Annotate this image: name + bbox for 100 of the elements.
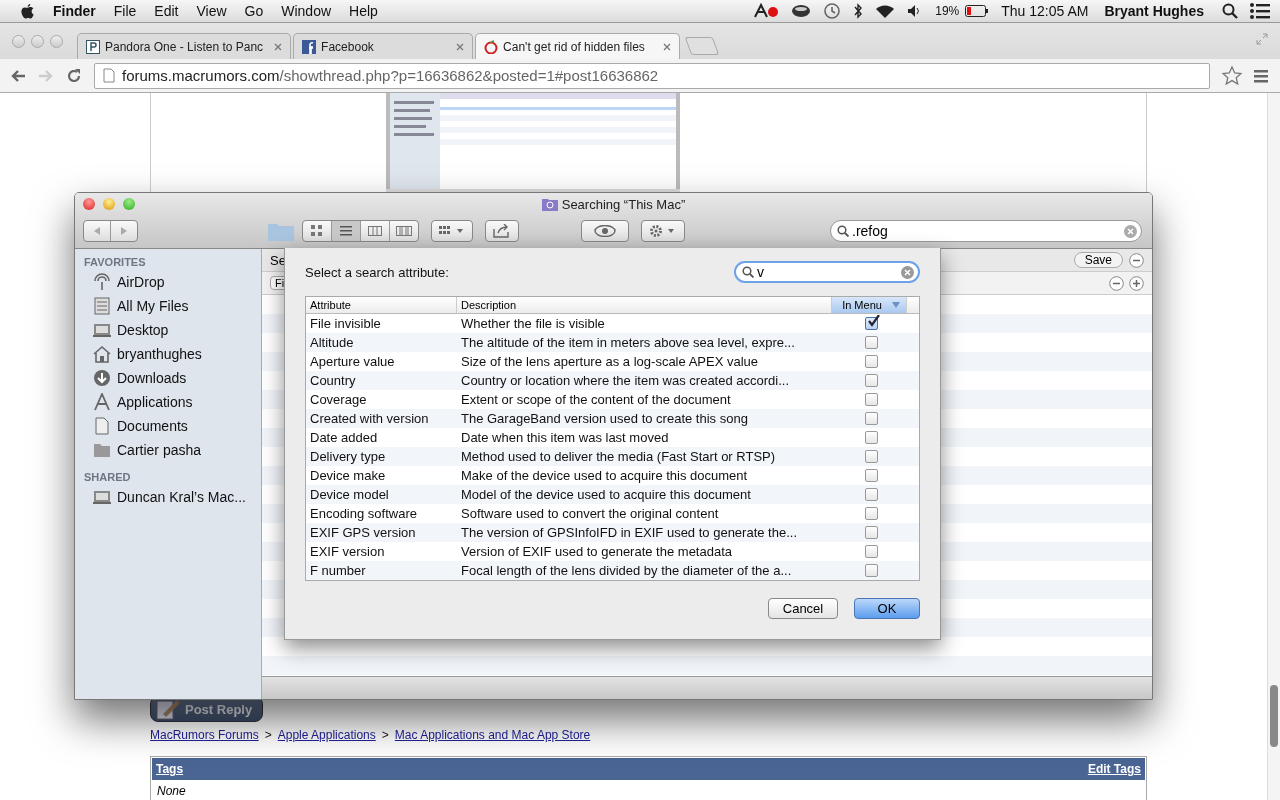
save-button[interactable]: Save	[1073, 252, 1123, 268]
back-forward-control[interactable]	[83, 220, 138, 242]
cup-icon[interactable]	[791, 4, 812, 18]
sidebar-heading: FAVORITES	[83, 255, 147, 270]
menu-item[interactable]: Go	[244, 3, 264, 19]
remove-icon[interactable]	[1109, 275, 1124, 291]
search-field[interactable]: v	[734, 261, 920, 283]
tab-close-icon[interactable]	[663, 42, 672, 51]
ok-button[interactable]: OK	[854, 598, 920, 619]
menubar-clock[interactable]: Thu 12:05 AM	[1001, 3, 1089, 19]
star-icon[interactable]	[1222, 66, 1242, 85]
checkbox[interactable]	[865, 507, 878, 520]
checkbox[interactable]	[865, 431, 878, 444]
tab-close-icon[interactable]	[456, 42, 465, 51]
window-title: Searching “This Mac”	[561, 196, 686, 212]
cancel-button[interactable]: Cancel	[768, 598, 838, 619]
column-header[interactable]: In Menu	[832, 297, 907, 313]
checkbox[interactable]	[865, 469, 878, 482]
checkbox[interactable]	[865, 545, 878, 558]
table-cell-text: Coverage	[309, 392, 368, 407]
favicon-icon	[484, 39, 499, 54]
clock-icon[interactable]	[823, 2, 842, 20]
remove-icon[interactable]	[1129, 252, 1144, 268]
gear-caret-icon	[649, 224, 677, 238]
sidebar-item[interactable]: Documents	[75, 414, 261, 438]
sidebar-item[interactable]: bryanthughes	[75, 342, 261, 366]
checkbox[interactable]	[865, 488, 878, 501]
address-bar[interactable]: forums.macrumors.com/showthread.php?p=16636862&posted=1#post16636862	[94, 62, 1210, 89]
table-cell-text: Encoding software	[309, 506, 418, 521]
sidebar-item[interactable]: Desktop	[75, 318, 261, 342]
table-cell-text: The version of GPSInfoIFD in EXIF used to generate the...	[460, 525, 798, 540]
sidebar-item[interactable]: AirDrop	[75, 270, 261, 294]
airdrop-icon	[93, 273, 111, 291]
checkbox[interactable]	[865, 412, 878, 425]
user-name[interactable]: Bryant Hughes	[1104, 3, 1204, 19]
checkbox[interactable]	[865, 355, 878, 368]
fullscreen-icon[interactable]	[1256, 33, 1268, 45]
menu-item[interactable]: View	[196, 3, 227, 19]
sidebar-item[interactable]: Cartier pasha	[75, 438, 261, 462]
arrange-button[interactable]	[431, 220, 473, 242]
browser-tab[interactable]: Pandora One - Listen to Panc	[77, 33, 292, 59]
clear-icon[interactable]	[1124, 224, 1137, 238]
table-cell-text: EXIF GPS version	[309, 525, 417, 540]
checkbox[interactable]	[865, 564, 878, 577]
new-tab-button[interactable]	[684, 37, 720, 55]
sidebar-heading: SHARED	[83, 470, 132, 485]
grid-icon	[311, 225, 323, 237]
list-view-button[interactable]	[332, 221, 361, 241]
checkbox[interactable]	[865, 526, 878, 539]
edit-tags-link[interactable]: Edit Tags	[1087, 762, 1141, 776]
sidebar-item[interactable]: Duncan Kral’s Mac...	[75, 485, 261, 509]
zoom-button[interactable]	[123, 198, 135, 210]
menu-item[interactable]: Help	[349, 3, 378, 19]
scrollbar-thumb[interactable]	[1270, 685, 1278, 747]
tab-close-icon[interactable]	[274, 42, 283, 51]
browser-tab[interactable]: Facebook	[293, 33, 474, 59]
back-icon[interactable]	[10, 68, 26, 83]
minimize-button[interactable]	[31, 34, 44, 48]
search-field[interactable]: .refog	[830, 220, 1142, 242]
clear-icon[interactable]	[901, 265, 914, 279]
share-button[interactable]	[485, 220, 519, 242]
breadcrumb-link[interactable]: Apple Applications	[277, 728, 376, 742]
checkbox[interactable]	[865, 374, 878, 387]
checkbox[interactable]	[865, 317, 878, 330]
quick-look-button[interactable]	[581, 220, 629, 242]
battery-icon[interactable]	[965, 5, 990, 17]
sidebar-item[interactable]: Applications	[75, 390, 261, 414]
action-button[interactable]	[641, 220, 685, 242]
tags-link[interactable]: Tags	[156, 762, 184, 776]
search-folder-icon	[541, 197, 558, 211]
column-header[interactable]: Attribute	[306, 297, 457, 313]
checkbox[interactable]	[865, 393, 878, 406]
breadcrumb-link[interactable]: MacRumors Forums	[150, 728, 259, 742]
checkbox[interactable]	[865, 336, 878, 349]
view-mode-control[interactable]	[302, 220, 419, 242]
list-icon[interactable]	[1250, 3, 1270, 19]
checkbox[interactable]	[865, 450, 878, 463]
menu-item[interactable]: Window	[281, 3, 332, 19]
table-cell-text: Aperture value	[309, 354, 396, 369]
menu-item[interactable]: Edit	[154, 3, 179, 19]
apple-logo-icon[interactable]	[20, 2, 35, 20]
menu-app-name[interactable]: Finder	[53, 3, 96, 19]
wifi-icon[interactable]	[875, 3, 896, 19]
menu-icon[interactable]	[1254, 68, 1268, 83]
sidebar-item[interactable]: All My Files	[75, 294, 261, 318]
bluetooth-icon[interactable]	[853, 3, 864, 19]
browser-tab[interactable]: Can't get rid of hidden files	[475, 33, 681, 59]
add-icon[interactable]	[1129, 275, 1144, 291]
breadcrumb-link[interactable]: Mac Applications and Mac App Store	[394, 728, 591, 742]
zoom-button[interactable]	[50, 34, 63, 48]
page-icon	[103, 68, 115, 83]
favicon-icon	[302, 39, 317, 54]
sidebar-item[interactable]: Downloads	[75, 366, 261, 390]
menu-item[interactable]: File	[113, 3, 137, 19]
table-cell-text: Software used to convert the original content	[460, 506, 720, 521]
close-button[interactable]	[12, 34, 25, 48]
search-icon[interactable]	[1222, 3, 1238, 19]
reload-icon[interactable]	[66, 67, 82, 84]
close-button[interactable]	[83, 198, 95, 210]
status-icon[interactable]	[753, 3, 780, 19]
